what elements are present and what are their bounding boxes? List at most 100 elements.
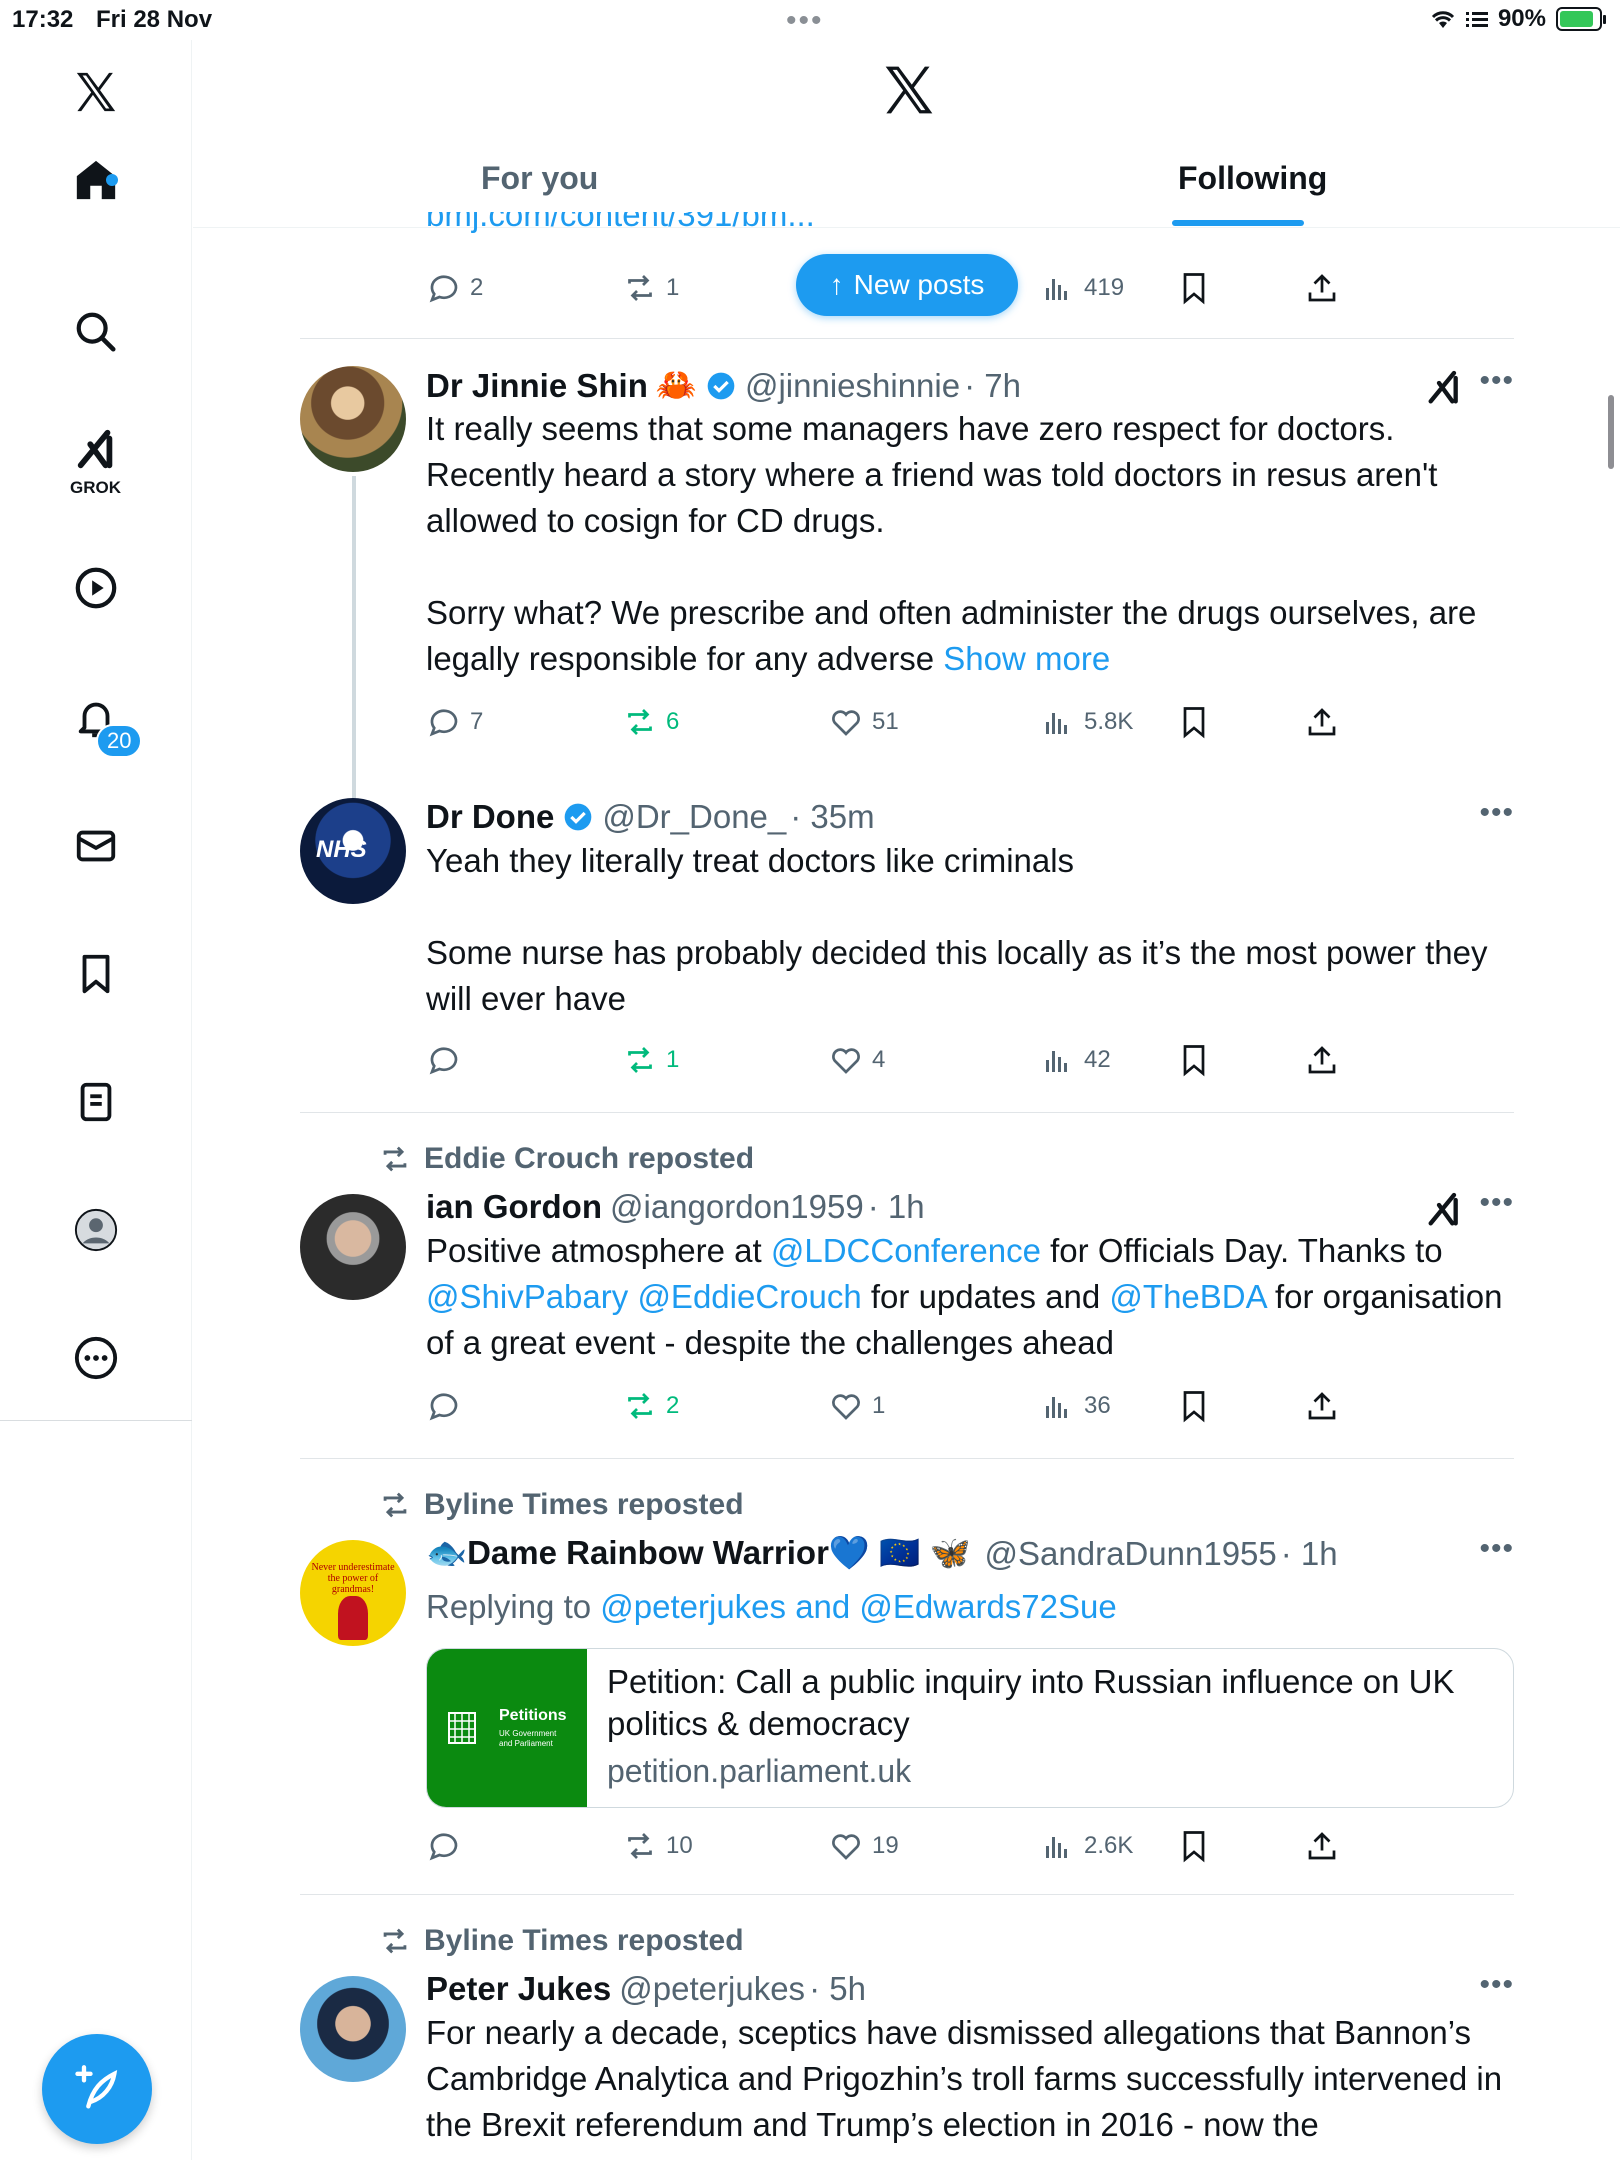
video-icon[interactable] [66, 558, 126, 618]
reply-button[interactable] [426, 1388, 462, 1424]
compose-post-button[interactable] [42, 2034, 152, 2144]
views-icon [1046, 713, 1067, 734]
more-options-icon[interactable]: ••• [1479, 1186, 1514, 1220]
lists-icon[interactable] [66, 1072, 126, 1132]
author-name[interactable]: ian Gordon [426, 1188, 602, 1226]
like-button[interactable]: 51 [828, 704, 899, 740]
reply-button[interactable] [426, 1042, 462, 1078]
card-title: Petition: Call a public inquiry into Rus… [607, 1663, 1455, 1742]
author-handle[interactable]: @peterjukes [619, 1970, 805, 2008]
views-button[interactable]: 2.6K [1040, 1828, 1133, 1864]
avatar[interactable]: NHS [300, 798, 406, 904]
multitasking-dots[interactable]: ••• [786, 4, 824, 38]
grok-icon[interactable] [1424, 1190, 1464, 1230]
share-button[interactable] [1304, 270, 1340, 306]
bookmark-button[interactable] [1176, 270, 1212, 306]
repost-context[interactable]: Byline Times reposted [378, 1924, 744, 1958]
scrollbar[interactable] [1608, 395, 1614, 469]
bookmark-button[interactable] [1176, 1828, 1212, 1864]
mention-link[interactable]: @TheBDA [1109, 1278, 1265, 1315]
more-options-icon[interactable]: ••• [1479, 1532, 1514, 1566]
post-actions: 2 1 36 [426, 1388, 1426, 1432]
mail-icon[interactable] [66, 816, 126, 876]
more-options-icon[interactable]: ••• [1479, 364, 1514, 398]
repost-context[interactable]: Byline Times reposted [378, 1488, 744, 1522]
avatar[interactable] [300, 1976, 406, 2082]
repost-button[interactable]: 10 [622, 1828, 693, 1864]
avatar[interactable]: Never underestimate the power of grandma… [300, 1540, 406, 1646]
portcullis-icon [448, 1712, 476, 1744]
views-button[interactable]: 419 [1040, 270, 1124, 306]
more-icon[interactable] [66, 1328, 126, 1388]
post-time[interactable]: · 35m [790, 798, 874, 836]
share-icon [1308, 1392, 1336, 1420]
author-name[interactable]: Dr Done [426, 798, 554, 836]
author-name[interactable]: 🐟Dame Rainbow Warrior💙 🇪🇺 🦋 [426, 1534, 971, 1573]
show-more-link[interactable]: Show more [943, 640, 1110, 677]
share-button[interactable] [1304, 1388, 1340, 1424]
bookmark-button[interactable] [1176, 1388, 1212, 1424]
share-button[interactable] [1304, 704, 1340, 740]
verified-badge-icon [707, 372, 735, 399]
share-button[interactable] [1304, 1042, 1340, 1078]
mention-link[interactable]: @ShivPabary [426, 1278, 628, 1315]
repost-context[interactable]: Eddie Crouch reposted [378, 1142, 754, 1176]
new-posts-pill[interactable]: ↑ New posts [796, 254, 1018, 316]
tab-for-you[interactable]: For you [481, 160, 598, 197]
repost-button[interactable]: 2 [622, 1388, 679, 1424]
mention-link[interactable]: @EddieCrouch [637, 1278, 861, 1315]
like-button[interactable]: 4 [828, 1042, 885, 1078]
home-unread-dot [106, 174, 118, 186]
post-time[interactable]: · 5h [809, 1970, 866, 2008]
post-time[interactable]: · 1h [1281, 1535, 1338, 1573]
share-button[interactable] [1304, 1828, 1340, 1864]
author-name[interactable]: Peter Jukes [426, 1970, 611, 2008]
author-name[interactable]: Dr Jinnie Shin [426, 367, 648, 405]
avatar[interactable] [300, 366, 406, 472]
replying-to-link[interactable]: @peterjukes and @Edwards72Sue [600, 1588, 1116, 1625]
views-button[interactable]: 42 [1040, 1042, 1111, 1078]
like-button[interactable]: 1 [828, 1388, 885, 1424]
views-button[interactable]: 36 [1040, 1388, 1111, 1424]
repost-button[interactable]: 1 [622, 270, 679, 306]
more-options-icon[interactable]: ••• [1479, 1968, 1514, 2002]
bookmark-button[interactable] [1176, 704, 1212, 740]
post-text-2: Sorry what? We prescribe and often admin… [426, 594, 1477, 677]
search-icon[interactable] [66, 302, 126, 362]
feather-plus-icon [75, 2065, 118, 2109]
post-time[interactable]: · 1h [868, 1188, 925, 1226]
status-bar: 17:32 Fri 28 Nov ••• 90% [0, 0, 1620, 40]
avatar[interactable] [300, 1194, 406, 1300]
profile-avatar-icon[interactable] [66, 1200, 126, 1260]
reply-button[interactable]: 7 [426, 704, 483, 740]
like-button[interactable]: 19 [828, 1828, 899, 1864]
post-actions: 7 6 51 5.8K [426, 704, 1426, 748]
repost-button[interactable]: 6 [622, 704, 679, 740]
grok-icon[interactable] [66, 420, 126, 480]
x-logo-icon[interactable] [881, 62, 937, 118]
post-time[interactable]: · 7h [964, 367, 1021, 405]
sidebar: GROK 20 [0, 40, 192, 2160]
tab-following[interactable]: Following [1178, 160, 1327, 197]
grok-label: GROK [70, 478, 121, 497]
reply-icon [429, 709, 458, 737]
arrow-up-icon: ↑ [829, 269, 844, 300]
post-text: It really seems that some managers have … [426, 410, 1438, 539]
bookmarks-icon[interactable] [66, 944, 126, 1004]
link-card[interactable]: Petitions UK Government and Parliament P… [426, 1648, 1514, 1808]
more-options-icon[interactable]: ••• [1479, 796, 1514, 830]
repost-button[interactable]: 1 [622, 1042, 679, 1078]
x-logo-icon[interactable] [66, 62, 126, 122]
grok-icon[interactable] [1424, 368, 1464, 408]
author-handle[interactable]: @jinnieshinnie [745, 367, 960, 405]
bookmark-button[interactable] [1176, 1042, 1212, 1078]
views-button[interactable]: 5.8K [1040, 704, 1133, 740]
mention-link[interactable]: @LDCConference [771, 1232, 1041, 1269]
reply-button[interactable]: 2 [426, 270, 483, 306]
author-handle[interactable]: @iangordon1959 [610, 1188, 864, 1226]
reply-button[interactable] [426, 1828, 462, 1864]
top-post-link-text[interactable]: bmj.com/content/391/bm... [426, 212, 1516, 246]
author-handle[interactable]: @Dr_Done_ [602, 798, 786, 836]
bookmark-icon [1183, 707, 1205, 739]
author-handle[interactable]: @SandraDunn1955 [985, 1535, 1277, 1573]
